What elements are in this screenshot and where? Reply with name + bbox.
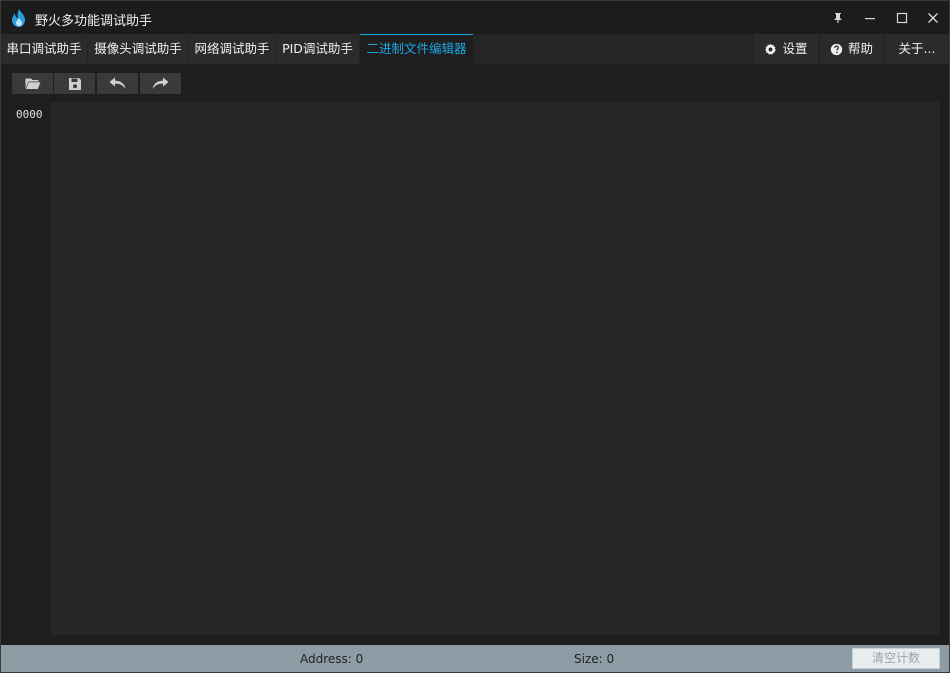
line-number: 0000 — [16, 108, 43, 121]
title-bar: 野火多功能调试助手 — [1, 1, 949, 34]
hex-editor-area[interactable] — [51, 102, 940, 635]
help-button[interactable]: 帮助 — [820, 34, 883, 64]
app-window: 野火多功能调试助手 串口调试助手 摄像头调试助手 网络调试助手 PID调试助手 … — [0, 0, 950, 673]
tab-serial-assistant[interactable]: 串口调试助手 — [1, 34, 87, 64]
gear-icon — [765, 43, 777, 55]
clear-count-button[interactable]: 清空计数 — [852, 648, 940, 669]
undo-button[interactable] — [97, 73, 138, 94]
undo-icon — [109, 77, 126, 89]
save-file-button[interactable] — [54, 73, 95, 94]
tab-binary-editor[interactable]: 二进制文件编辑器 — [360, 34, 473, 64]
about-label: 关于... — [898, 41, 936, 56]
open-file-button[interactable] — [12, 73, 53, 94]
close-icon[interactable] — [917, 1, 949, 34]
editor-toolbar — [1, 64, 949, 102]
question-icon — [830, 43, 843, 55]
address-gutter: 0000 — [1, 102, 51, 635]
tab-pid-assistant[interactable]: PID调试助手 — [276, 34, 359, 64]
app-title: 野火多功能调试助手 — [35, 14, 153, 29]
redo-button[interactable] — [140, 73, 181, 94]
about-button[interactable]: 关于... — [885, 34, 949, 64]
minimize-icon[interactable] — [854, 1, 886, 34]
open-folder-icon — [25, 78, 40, 89]
flame-logo-icon — [12, 9, 25, 27]
status-bar: Address: 0 Size: 0 清空计数 — [1, 645, 949, 672]
settings-label: 设置 — [782, 41, 808, 56]
save-icon — [68, 77, 81, 90]
tab-network-assistant[interactable]: 网络调试助手 — [189, 34, 275, 64]
settings-button[interactable]: 设置 — [754, 34, 818, 64]
redo-icon — [152, 77, 169, 89]
help-label: 帮助 — [847, 41, 873, 56]
tab-bar: 串口调试助手 摄像头调试助手 网络调试助手 PID调试助手 二进制文件编辑器 设… — [1, 34, 949, 64]
size-status: Size: 0 — [574, 652, 615, 666]
pin-icon[interactable] — [822, 1, 854, 34]
address-status: Address: 0 — [300, 652, 364, 666]
maximize-icon[interactable] — [886, 1, 918, 34]
tab-camera-assistant[interactable]: 摄像头调试助手 — [88, 34, 188, 64]
